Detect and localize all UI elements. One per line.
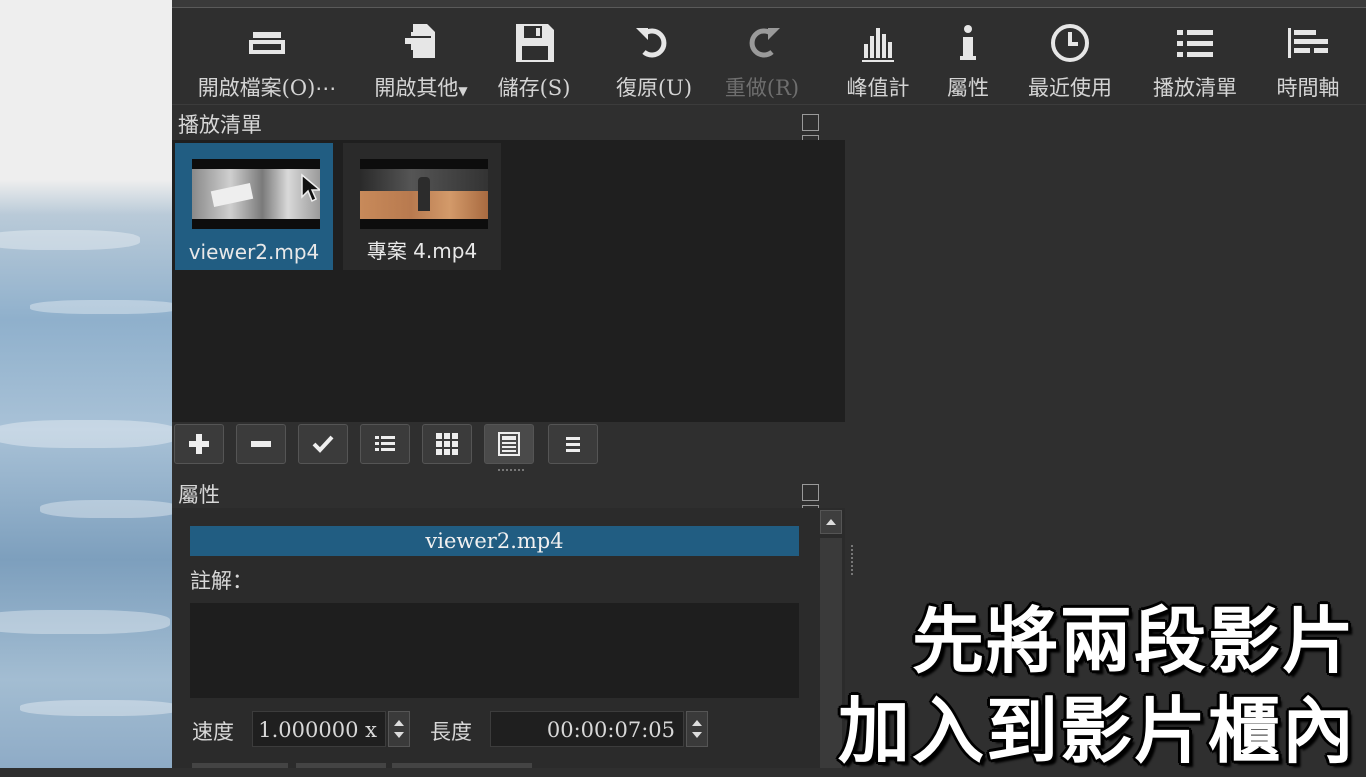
menu-icon [566, 437, 580, 452]
length-input[interactable]: 00:00:07:05 [490, 711, 684, 747]
float-dock-icon[interactable] [802, 114, 819, 131]
playlist-clip[interactable]: 專案 4.mp4 [343, 143, 501, 270]
open-other-button[interactable]: 開啟其他▼ [368, 20, 474, 104]
folder-open-icon [249, 32, 285, 54]
note-textarea[interactable] [190, 603, 799, 698]
length-stepper[interactable] [686, 711, 708, 747]
properties-button[interactable]: 屬性 [940, 20, 996, 104]
hidden-tab[interactable] [392, 763, 532, 768]
undo-icon [636, 28, 667, 58]
icons-view-icon [498, 432, 520, 456]
desktop-background [0, 0, 172, 768]
peak-meter-icon [862, 28, 894, 62]
undo-label: 復原(U) [615, 76, 693, 100]
open-file-button[interactable]: 開啟檔案(O)⋯ [190, 20, 344, 104]
speed-label: 速度 [192, 720, 234, 744]
scroll-up-button[interactable] [820, 510, 842, 534]
clip-name-field[interactable]: viewer2.mp4 [190, 526, 799, 556]
window-top-border [172, 0, 1366, 8]
note-label: 註解： [190, 569, 253, 593]
timeline-label: 時間軸 [1276, 76, 1340, 100]
open-other-label: 開啟其他▼ [374, 76, 468, 100]
caption-line-2: 加入到影片櫃內 [837, 689, 1356, 773]
mouse-cursor-icon [301, 173, 320, 203]
speed-stepper[interactable] [388, 711, 410, 747]
list-icon [1177, 30, 1213, 57]
dropdown-arrow-icon: ▼ [458, 84, 468, 98]
dock-resize-handle[interactable] [851, 545, 856, 575]
clip-name: 專案 4.mp4 [366, 239, 478, 263]
details-view-icon [375, 436, 395, 451]
tiles-view-icon [436, 433, 458, 455]
toolbar-divider [172, 104, 1366, 105]
peak-meter-button[interactable]: 峰值計 [838, 20, 918, 104]
icons-view-button[interactable] [484, 424, 534, 464]
clip-name: viewer2.mp4 [188, 240, 320, 264]
tiles-view-button[interactable] [422, 424, 472, 464]
length-label: 長度 [430, 720, 472, 744]
redo-label: 重做(R) [724, 76, 800, 100]
main-toolbar: 開啟檔案(O)⋯ 開啟其他▼ 儲存(S) 復原(U) 重做(R) 峰值計 屬性 … [172, 8, 1366, 104]
undo-button[interactable]: 復原(U) [608, 20, 700, 104]
open-file-label: 開啟檔案(O)⋯ [197, 76, 337, 100]
arrow-up-icon [826, 519, 836, 525]
dock-splitter-handle[interactable] [498, 469, 524, 474]
redo-icon [749, 28, 780, 58]
add-file-icon [405, 24, 435, 58]
remove-clip-button[interactable] [236, 424, 286, 464]
properties-panel: viewer2.mp4 註解： 速度 1.000000 x 長度 00:00:0… [172, 508, 845, 768]
playlist-label: 播放清單 [1153, 76, 1237, 100]
stepper-arrows-icon [394, 720, 404, 738]
save-label: 儲存(S) [497, 76, 571, 100]
add-clip-button[interactable] [174, 424, 224, 464]
timeline-button[interactable]: 時間軸 [1266, 20, 1350, 104]
float-dock-icon[interactable] [802, 484, 819, 501]
info-icon [960, 25, 976, 60]
playlist-button[interactable]: 播放清單 [1144, 20, 1246, 104]
clock-icon [1051, 24, 1089, 62]
redo-button[interactable]: 重做(R) [718, 20, 806, 104]
save-button[interactable]: 儲存(S) [490, 20, 578, 104]
playlist-dock-controls [802, 114, 840, 152]
timeline-icon [1288, 28, 1328, 58]
update-clip-button[interactable] [298, 424, 348, 464]
playlist-menu-button[interactable] [548, 424, 598, 464]
save-icon [516, 24, 554, 62]
check-icon [312, 435, 334, 453]
properties-dock-title: 屬性 [178, 483, 220, 507]
remove-icon [251, 441, 271, 447]
recent-label: 最近使用 [1028, 76, 1112, 100]
playlist-panel[interactable]: viewer2.mp4 專案 4.mp4 [172, 140, 845, 422]
hidden-tab[interactable] [296, 763, 386, 768]
playlist-clip[interactable]: viewer2.mp4 [175, 143, 333, 270]
speed-input[interactable]: 1.000000 x [252, 711, 386, 747]
clip-thumbnail [192, 159, 320, 229]
properties-label: 屬性 [947, 76, 989, 100]
hidden-tab[interactable] [192, 763, 288, 768]
details-view-button[interactable] [360, 424, 410, 464]
add-icon [189, 434, 209, 454]
playlist-dock-title: 播放清單 [178, 113, 262, 137]
clip-thumbnail [360, 159, 488, 229]
peak-meter-label: 峰值計 [846, 76, 910, 100]
recent-button[interactable]: 最近使用 [1020, 20, 1120, 104]
stepper-arrows-icon [692, 720, 702, 738]
properties-dock-controls [802, 484, 840, 522]
